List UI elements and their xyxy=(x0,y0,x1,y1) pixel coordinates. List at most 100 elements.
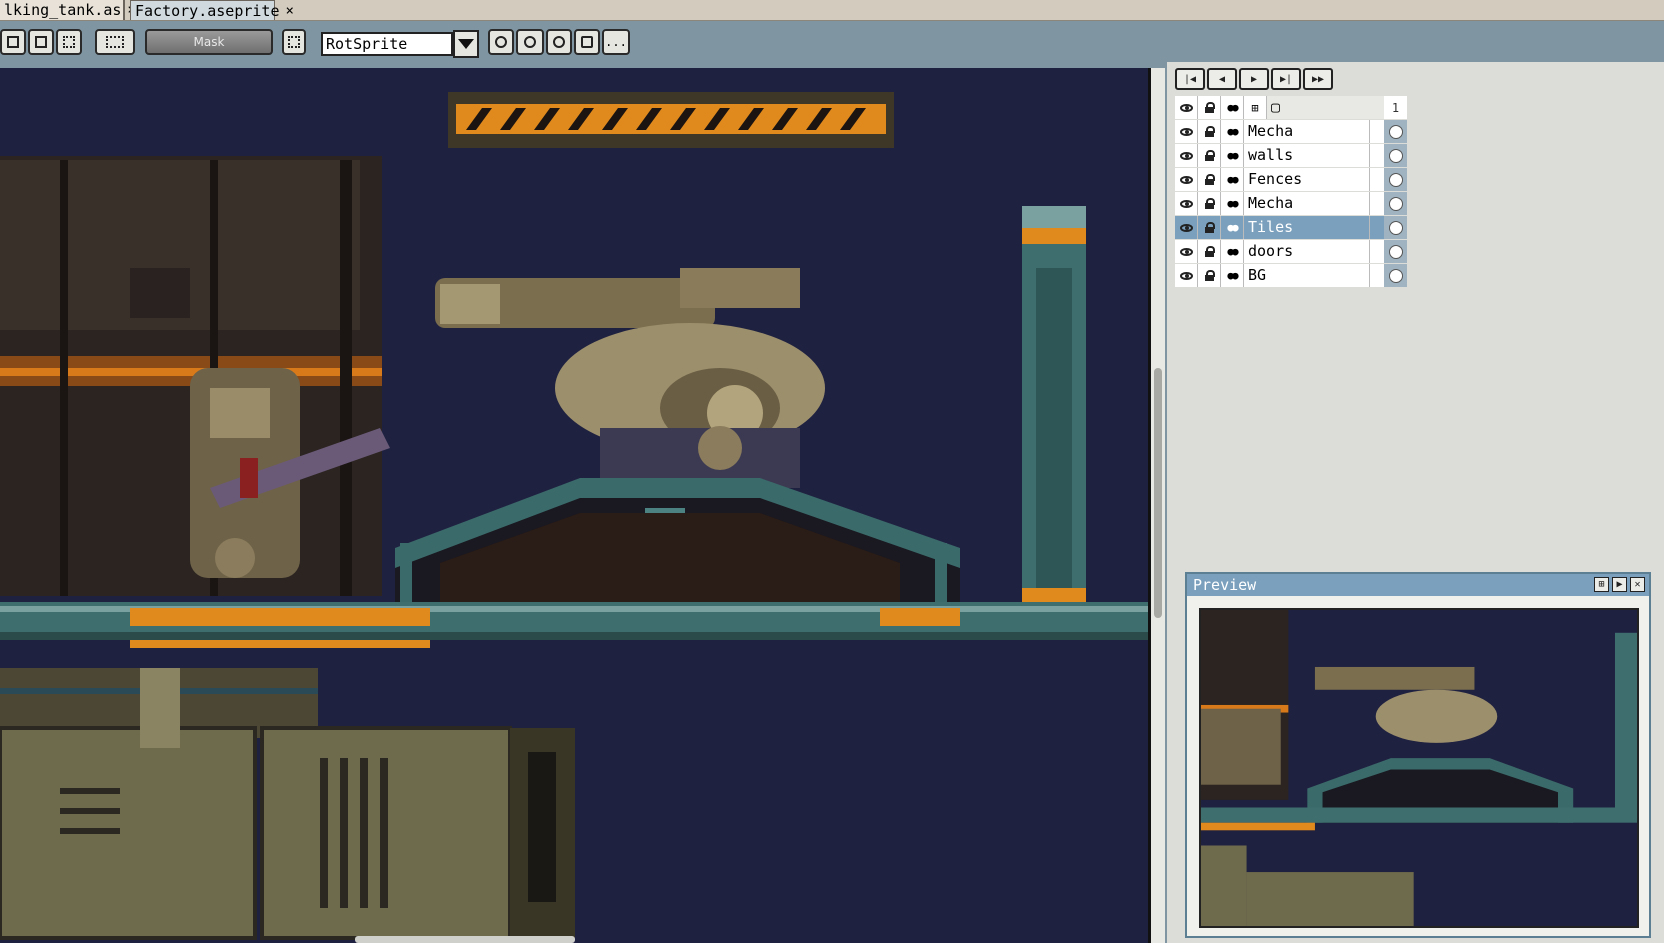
close-icon[interactable]: ✕ xyxy=(1630,577,1645,592)
onion-icon[interactable]: ●● xyxy=(1221,168,1244,191)
lock-icon[interactable] xyxy=(1198,168,1221,191)
center-icon[interactable]: ⊞ xyxy=(1594,577,1609,592)
tab-walking-tank[interactable]: lking_tank.as × xyxy=(0,0,136,20)
canvas-vertical-scrollbar[interactable] xyxy=(1151,68,1165,943)
close-icon[interactable]: × xyxy=(286,3,294,19)
lock-header-icon[interactable] xyxy=(1198,96,1221,119)
no-entry-button[interactable] xyxy=(546,29,572,55)
mask-color-button[interactable]: Mask xyxy=(145,29,273,55)
onion-icon[interactable]: ●● xyxy=(1221,192,1244,215)
turret-mech-sprite xyxy=(435,268,825,488)
layer-cel[interactable] xyxy=(1384,168,1407,191)
last-frame-button[interactable]: ▶▶ xyxy=(1303,68,1333,90)
layer-header-spacer: ▢ xyxy=(1267,96,1393,119)
onion-icon[interactable]: ●● xyxy=(1221,120,1244,143)
lock-icon[interactable] xyxy=(1198,216,1221,239)
transparent-color-button[interactable] xyxy=(95,29,135,55)
layer-row[interactable]: ●● walls xyxy=(1175,144,1407,167)
layer-name[interactable]: Mecha xyxy=(1244,120,1370,143)
eye-icon[interactable] xyxy=(1175,120,1198,143)
rotate-button[interactable] xyxy=(516,29,544,55)
frame-header-row: ●● ⊞ ▢ 1 xyxy=(1175,96,1407,119)
lock-icon[interactable] xyxy=(1198,192,1221,215)
rotate-icon xyxy=(524,36,536,48)
visibility-header-icon[interactable] xyxy=(1175,96,1198,119)
animation-controls: |◀ ◀ ▶ ▶| ▶▶ xyxy=(1175,68,1335,90)
preview-title: Preview xyxy=(1193,576,1257,594)
transparency-icon xyxy=(106,36,124,48)
layer-row[interactable]: ●● doors xyxy=(1175,240,1407,263)
onion-icon[interactable]: ●● xyxy=(1221,264,1244,287)
layer-row[interactable]: ●● Fences xyxy=(1175,168,1407,191)
no-entry-icon xyxy=(553,36,565,48)
pixel-art-scene xyxy=(0,92,1148,940)
canvas-horizontal-scrollbar[interactable] xyxy=(355,936,575,943)
sprite-canvas[interactable] xyxy=(0,68,1151,943)
scrollbar-thumb[interactable] xyxy=(1154,368,1162,618)
layer-row[interactable]: ●● Mecha xyxy=(1175,192,1407,215)
previous-frame-button[interactable]: ◀ xyxy=(1207,68,1237,90)
drop-pixels-button[interactable] xyxy=(488,29,514,55)
eye-icon[interactable] xyxy=(1175,240,1198,263)
first-frame-button[interactable]: |◀ xyxy=(1175,68,1205,90)
onion-icon[interactable]: ●● xyxy=(1221,216,1244,239)
pivot-button[interactable] xyxy=(282,29,306,55)
eye-icon[interactable] xyxy=(1175,144,1198,167)
onion-icon[interactable]: ●● xyxy=(1221,144,1244,167)
onion-skin-icon[interactable]: ●● xyxy=(1221,96,1244,119)
layer-name[interactable]: walls xyxy=(1244,144,1370,167)
lock-icon[interactable] xyxy=(1198,240,1221,263)
eye-icon[interactable] xyxy=(1175,168,1198,191)
layer-cel[interactable] xyxy=(1384,240,1407,263)
eye-icon[interactable] xyxy=(1175,192,1198,215)
play-icon[interactable]: ▶ xyxy=(1612,577,1627,592)
tab-label: Factory.aseprite xyxy=(135,1,280,20)
more-options-button[interactable]: ... xyxy=(602,29,630,55)
preview-scene xyxy=(1201,610,1637,926)
selection-add-button[interactable] xyxy=(28,29,54,55)
frame-number[interactable]: 1 xyxy=(1384,96,1407,119)
play-button[interactable]: ▶ xyxy=(1239,68,1269,90)
selection-replace-button[interactable] xyxy=(0,29,26,55)
play-icon: ▶ xyxy=(1250,73,1258,85)
rotation-algorithm-select[interactable]: RotSprite xyxy=(321,32,453,56)
cancel-icon xyxy=(581,36,593,48)
layer-cel[interactable] xyxy=(1384,192,1407,215)
layer-row[interactable]: ●● Mecha xyxy=(1175,120,1407,143)
pivot-icon xyxy=(288,36,300,48)
right-pillar xyxy=(1022,206,1086,608)
tab-factory[interactable]: Factory.aseprite × xyxy=(130,0,294,20)
last-frame-icon: ▶▶ xyxy=(1311,73,1325,85)
preview-titlebar[interactable]: Preview ⊞ ▶ ✕ xyxy=(1187,574,1649,596)
layers-list: ●● ⊞ ▢ 1 ●● Mecha ●● walls ●● Fences ●● … xyxy=(1175,96,1407,288)
eye-icon[interactable] xyxy=(1175,216,1198,239)
cancel-transform-button[interactable] xyxy=(574,29,600,55)
layer-cel[interactable] xyxy=(1384,264,1407,287)
preview-window-buttons: ⊞ ▶ ✕ xyxy=(1594,577,1645,592)
chevron-down-icon[interactable] xyxy=(453,30,479,58)
layer-name[interactable]: Tiles xyxy=(1244,216,1370,239)
preview-window[interactable]: Preview ⊞ ▶ ✕ xyxy=(1185,572,1651,938)
onion-icon[interactable]: ●● xyxy=(1221,240,1244,263)
layer-name[interactable]: Mecha xyxy=(1244,192,1370,215)
layer-name[interactable]: Fences xyxy=(1244,168,1370,191)
tab-bar: lking_tank.as × Factory.aseprite × xyxy=(0,0,1664,21)
layer-name[interactable]: BG xyxy=(1244,264,1370,287)
subtract-icon xyxy=(63,36,75,48)
lock-icon[interactable] xyxy=(1198,264,1221,287)
layer-row-selected[interactable]: ●● Tiles xyxy=(1175,216,1407,239)
link-cels-icon[interactable]: ⊞ xyxy=(1244,96,1267,119)
layer-cel[interactable] xyxy=(1384,144,1407,167)
lock-icon[interactable] xyxy=(1198,120,1221,143)
layer-cel[interactable] xyxy=(1384,120,1407,143)
layer-row[interactable]: ●● BG xyxy=(1175,264,1407,287)
tab-label: lking_tank.as xyxy=(4,1,122,19)
new-frame-icon[interactable]: ▢ xyxy=(1271,98,1280,116)
next-frame-button[interactable]: ▶| xyxy=(1271,68,1301,90)
layer-cel[interactable] xyxy=(1384,216,1407,239)
selection-subtract-button[interactable] xyxy=(56,29,82,55)
eye-icon[interactable] xyxy=(1175,264,1198,287)
drop-icon xyxy=(495,36,507,48)
lock-icon[interactable] xyxy=(1198,144,1221,167)
layer-name[interactable]: doors xyxy=(1244,240,1370,263)
